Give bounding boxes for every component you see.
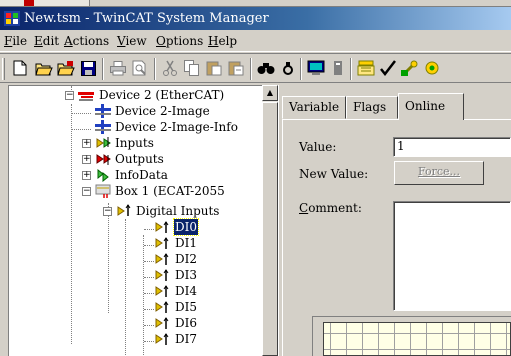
menu-actions[interactable]: Actions (64, 34, 109, 48)
input-variable-icon (155, 269, 169, 281)
twincat-app-icon (4, 11, 20, 26)
find-icon[interactable] (256, 58, 276, 78)
input-variable-icon (155, 221, 169, 233)
tree-line (144, 325, 154, 326)
tree-line (144, 293, 154, 294)
copy-icon[interactable] (182, 58, 202, 78)
value-field: 1 (393, 137, 511, 157)
tree-line (144, 245, 154, 246)
image-icon (95, 120, 111, 134)
image-icon (95, 104, 111, 118)
input-variable-icon (155, 237, 169, 249)
save-icon[interactable] (78, 58, 98, 78)
toolbar (0, 53, 511, 83)
input-variable-icon (155, 317, 169, 329)
paste-icon[interactable] (204, 58, 224, 78)
scroll-up-arrow-icon[interactable]: ▲ (262, 85, 278, 101)
paste-with-links-icon[interactable] (226, 58, 246, 78)
value-label: Value: (299, 140, 337, 154)
find-next-icon[interactable] (278, 58, 298, 78)
tree-line (72, 113, 91, 114)
solution-tree[interactable]: − Device 2 (EtherCAT) Device 2-Image Dev… (8, 85, 262, 356)
activate-configuration-icon[interactable] (400, 58, 420, 78)
print-icon[interactable] (108, 58, 128, 78)
infodata-icon (97, 168, 109, 182)
tree-line (144, 261, 154, 262)
print-preview-icon[interactable] (130, 58, 150, 78)
background-window-icon (24, 0, 34, 6)
expand-toggle[interactable]: + (82, 171, 91, 180)
menu-help[interactable]: Help (208, 34, 237, 48)
menu-view[interactable]: View (117, 34, 147, 48)
open-from-target-icon[interactable] (56, 58, 76, 78)
background-window-strip (0, 0, 511, 7)
tree-vertical-scrollbar[interactable]: ▲ (262, 85, 278, 356)
toolbar-separator (102, 58, 104, 80)
input-variable-icon (155, 253, 169, 265)
tree-line (108, 203, 109, 313)
new-value-label: New Value: (299, 167, 369, 181)
collapse-toggle[interactable]: − (82, 187, 91, 196)
tree-line (72, 129, 91, 130)
window-title: New.tsm - TwinCAT System Manager (24, 11, 269, 26)
new-icon[interactable] (10, 58, 30, 78)
tree-line (144, 277, 154, 278)
comment-field[interactable] (393, 201, 511, 311)
menu-bar: File Edit Actions View Options Help (0, 31, 511, 52)
toolbar-separator (250, 58, 252, 80)
tree-line (144, 341, 154, 342)
generate-mappings-icon[interactable] (356, 58, 376, 78)
input-variable-icon (155, 285, 169, 297)
collapse-toggle[interactable]: − (103, 207, 112, 216)
tree-line (144, 229, 154, 230)
tree-line (144, 309, 154, 310)
monitor-icon[interactable] (306, 58, 326, 78)
collapse-toggle[interactable]: − (65, 91, 74, 100)
menu-edit[interactable]: Edit (34, 34, 59, 48)
title-bar[interactable]: New.tsm - TwinCAT System Manager (0, 7, 511, 30)
input-variable-icon (155, 333, 169, 345)
online-graph (323, 322, 511, 356)
toolbar-separator (154, 58, 156, 80)
comment-label: Comment: (299, 201, 362, 215)
tab-strip: Variable Flags Online (282, 93, 511, 120)
menu-options[interactable]: Options (156, 34, 203, 48)
outputs-icon (96, 154, 111, 165)
toolbar-separator (350, 58, 352, 80)
tree-line (143, 235, 144, 356)
open-icon[interactable] (34, 58, 54, 78)
background-window-edge (0, 0, 90, 6)
check-configuration-icon[interactable] (378, 58, 398, 78)
tab-variable[interactable]: Variable (282, 96, 346, 119)
force-button[interactable]: Force... (394, 161, 484, 185)
inputs-icon (117, 204, 131, 216)
ethercat-device-icon (78, 92, 94, 101)
tree-line (71, 104, 72, 344)
tree-line (125, 219, 126, 356)
set-run-mode-icon[interactable] (422, 58, 442, 78)
scroll-thumb[interactable] (262, 102, 278, 356)
box-icon (95, 184, 111, 198)
tab-online[interactable]: Online (398, 93, 464, 120)
tab-flags[interactable]: Flags (346, 96, 398, 119)
cut-icon[interactable] (160, 58, 180, 78)
expand-toggle[interactable]: + (82, 155, 91, 164)
menu-file[interactable]: File (4, 34, 27, 48)
inputs-icon (96, 137, 111, 148)
expand-toggle[interactable]: + (82, 139, 91, 148)
input-variable-icon (155, 301, 169, 313)
toolbar-separator (300, 58, 302, 80)
tool-icon[interactable] (328, 58, 348, 78)
toolbar-grip[interactable] (2, 58, 5, 80)
